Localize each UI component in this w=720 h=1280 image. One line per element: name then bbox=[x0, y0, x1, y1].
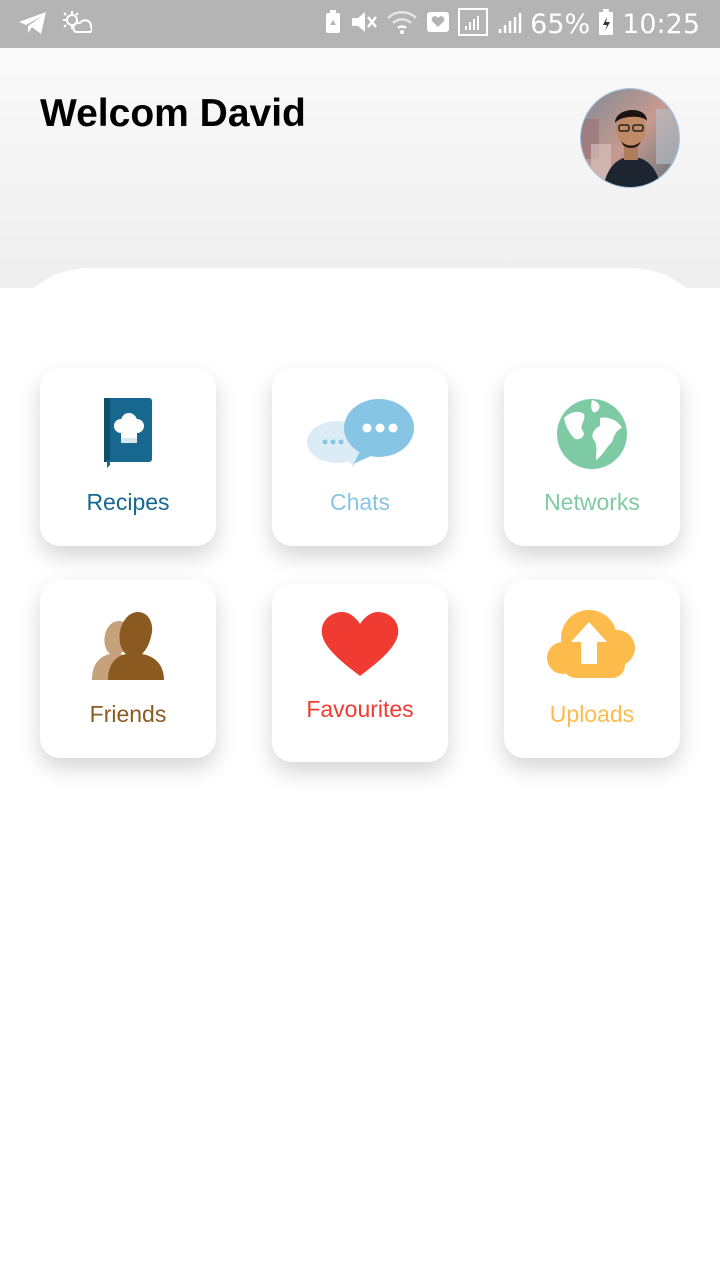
tile-recipes[interactable]: Recipes bbox=[40, 368, 216, 546]
page-title: Welcom David bbox=[40, 92, 306, 135]
tile-friends[interactable]: Friends bbox=[40, 580, 216, 758]
globe-icon bbox=[504, 398, 680, 470]
telegram-icon bbox=[18, 10, 48, 41]
signal-icon bbox=[458, 8, 489, 41]
avatar[interactable] bbox=[580, 88, 680, 188]
weather-icon bbox=[62, 10, 93, 41]
heart-icon bbox=[272, 612, 448, 678]
tile-label: Favourites bbox=[306, 696, 414, 722]
battery-percentage: 65% bbox=[530, 9, 591, 40]
battery-icon bbox=[598, 8, 614, 41]
health-icon bbox=[426, 9, 450, 40]
clock: 10:25 bbox=[622, 9, 700, 40]
tile-label: Uploads bbox=[549, 701, 635, 727]
mute-icon bbox=[350, 9, 378, 40]
cloud-upload-icon bbox=[504, 608, 680, 680]
tile-label: Networks bbox=[544, 489, 640, 515]
tile-label: Recipes bbox=[86, 489, 170, 515]
system-icons: 65% 10:25 bbox=[324, 8, 700, 41]
tile-favourites[interactable]: Favourites bbox=[272, 584, 448, 762]
tile-chats[interactable]: Chats bbox=[272, 368, 448, 546]
battery-saver-icon bbox=[324, 9, 342, 40]
friends-icon bbox=[40, 608, 216, 682]
tile-label: Friends bbox=[89, 701, 167, 727]
profile-photo bbox=[581, 89, 679, 187]
wifi-icon bbox=[386, 9, 418, 40]
recipe-book-icon bbox=[40, 398, 216, 470]
notification-icons bbox=[18, 10, 93, 41]
signal-icon bbox=[496, 9, 522, 40]
tile-label: Chats bbox=[329, 489, 391, 515]
chat-bubbles-icon bbox=[272, 398, 448, 468]
status-bar: 65% 10:25 bbox=[0, 0, 720, 48]
tile-networks[interactable]: Networks bbox=[504, 368, 680, 546]
tile-uploads[interactable]: Uploads bbox=[504, 580, 680, 758]
